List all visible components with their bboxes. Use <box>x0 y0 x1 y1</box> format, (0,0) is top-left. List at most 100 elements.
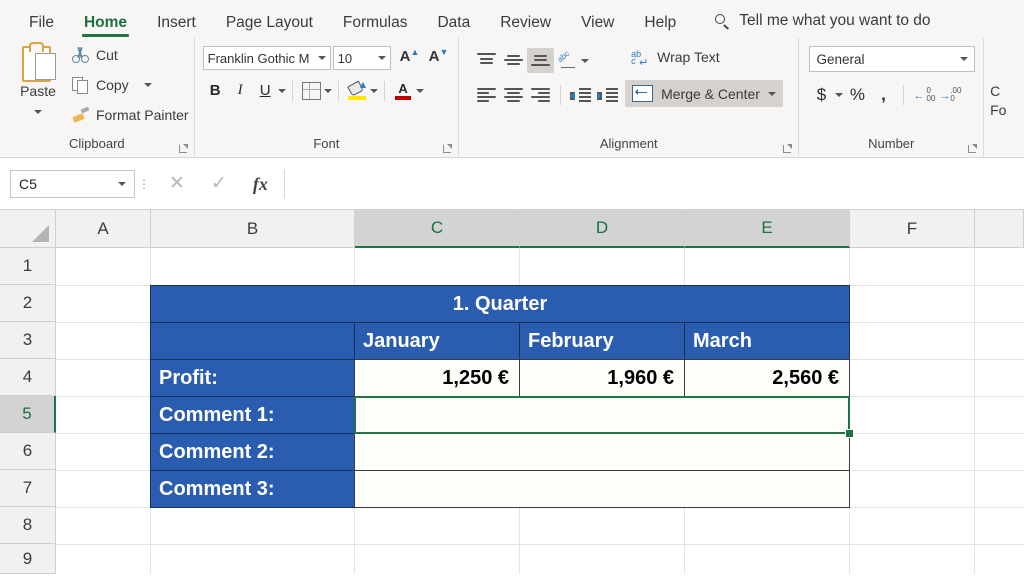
row-header-3[interactable]: 3 <box>0 322 56 359</box>
row-header-4[interactable]: 4 <box>0 359 56 396</box>
align-bottom-button[interactable] <box>527 48 555 73</box>
tell-me-search[interactable]: Tell me what you want to do <box>691 12 940 38</box>
column-header-F[interactable]: F <box>850 210 975 248</box>
row-header-6[interactable]: 6 <box>0 433 56 470</box>
row-header-9[interactable]: 9 <box>0 544 56 574</box>
align-middle-button[interactable] <box>500 48 527 73</box>
row-header-2[interactable]: 2 <box>0 285 56 322</box>
increase-indent-button[interactable] <box>594 82 621 107</box>
orientation-button[interactable] <box>554 48 581 73</box>
increase-decimal-button[interactable]: ← 0 00 <box>912 82 936 108</box>
percent-style-button[interactable]: % <box>845 82 869 108</box>
cell-C6-merged-comment2-value[interactable] <box>354 433 850 471</box>
column-header-B[interactable]: B <box>151 210 355 248</box>
borders-button[interactable] <box>299 78 324 103</box>
alignment-dialog-launcher-icon[interactable] <box>783 144 793 153</box>
font-name-chevron-down-icon[interactable] <box>317 56 326 60</box>
paste-button[interactable]: Paste <box>8 42 68 121</box>
number-format-chevron-down-icon[interactable] <box>960 57 969 61</box>
tab-page-layout[interactable]: Page Layout <box>211 14 328 39</box>
number-dialog-launcher-icon[interactable] <box>968 144 978 153</box>
column-header-E[interactable]: E <box>685 210 850 248</box>
cancel-formula-icon[interactable]: ✕ <box>169 174 185 193</box>
italic-button[interactable]: I <box>228 78 253 103</box>
cell-E4-profit-march[interactable]: 2,560 € <box>684 359 850 397</box>
name-box-chevron-down-icon[interactable] <box>118 181 126 186</box>
tab-view[interactable]: View <box>566 14 629 39</box>
tab-file[interactable]: File <box>14 14 69 39</box>
tab-data[interactable]: Data <box>422 14 485 39</box>
font-size-input[interactable]: 10 <box>332 46 391 70</box>
cell-B5-comment1-label[interactable]: Comment 1: <box>150 396 355 434</box>
merge-and-center-button[interactable]: Merge & Center <box>625 80 784 107</box>
cell-B3-empty[interactable] <box>150 322 355 360</box>
font-style-row: B I U A <box>203 78 424 103</box>
font-size-chevron-down-icon[interactable] <box>377 56 386 60</box>
decrease-decimal-button[interactable]: → .00 0 <box>938 82 962 108</box>
column-header-C[interactable]: C <box>355 210 520 248</box>
fill-color-button[interactable] <box>345 78 370 103</box>
align-left-button[interactable] <box>473 82 500 107</box>
cell-E3-march[interactable]: March <box>684 322 850 360</box>
tab-home[interactable]: Home <box>69 14 142 39</box>
cell-C7-merged-comment3-value[interactable] <box>354 470 850 508</box>
cell-D3-february[interactable]: February <box>519 322 685 360</box>
insert-function-icon[interactable]: fx <box>253 175 268 193</box>
number-format-select[interactable]: General <box>809 46 976 72</box>
font-name-input[interactable]: Franklin Gothic M <box>202 46 331 70</box>
underline-button[interactable]: U <box>253 78 278 103</box>
tab-insert[interactable]: Insert <box>142 14 211 39</box>
column-header-D[interactable]: D <box>520 210 685 248</box>
orientation-dropdown-icon[interactable] <box>581 58 590 63</box>
row-header-5[interactable]: 5 <box>0 396 56 433</box>
column-header-A[interactable]: A <box>56 210 151 248</box>
fill-color-dropdown-icon[interactable] <box>369 88 378 93</box>
decrease-indent-button[interactable] <box>567 82 594 107</box>
align-right-button[interactable] <box>527 82 554 107</box>
accounting-format-button[interactable]: $ <box>809 82 833 108</box>
fill-handle[interactable] <box>845 429 854 438</box>
font-color-dropdown-icon[interactable] <box>415 88 424 93</box>
format-painter-button[interactable]: Format Painter <box>72 106 189 123</box>
row-header-7[interactable]: 7 <box>0 470 56 507</box>
increase-font-size-button[interactable]: A▲ <box>400 47 420 65</box>
borders-dropdown-icon[interactable] <box>323 88 332 93</box>
select-all-corner[interactable] <box>0 210 56 248</box>
align-top-button[interactable] <box>473 48 500 73</box>
cell-C4-profit-january[interactable]: 1,250 € <box>354 359 520 397</box>
cell-B7-comment3-label[interactable]: Comment 3: <box>150 470 355 508</box>
cell-B4-profit-label[interactable]: Profit: <box>150 359 355 397</box>
bold-button[interactable]: B <box>203 78 228 103</box>
cell-C3-january[interactable]: January <box>354 322 520 360</box>
font-color-button[interactable]: A <box>391 78 416 103</box>
decrease-font-size-button[interactable]: A▼ <box>429 47 449 65</box>
comma-style-button[interactable]: , <box>871 82 895 108</box>
tab-formulas[interactable]: Formulas <box>328 14 423 39</box>
cell-C5-merged-comment1-value[interactable] <box>354 396 850 434</box>
font-dialog-launcher-icon[interactable] <box>443 144 453 153</box>
conditional-formatting-button[interactable]: C Fo <box>990 82 1006 120</box>
column-header-G[interactable] <box>975 210 1024 248</box>
tab-review[interactable]: Review <box>485 14 566 39</box>
row-header-1[interactable]: 1 <box>0 248 56 285</box>
paste-dropdown-icon[interactable] <box>8 103 68 121</box>
number-format-value: General <box>816 51 865 67</box>
wrap-text-button[interactable]: ab c ↵ Wrap Text <box>625 46 726 69</box>
cell-B2-quarter-title[interactable]: 1. Quarter <box>150 285 850 323</box>
enter-formula-icon[interactable]: ✓ <box>211 174 227 193</box>
merge-dropdown-icon[interactable] <box>768 91 777 96</box>
copy-dropdown-icon[interactable] <box>143 82 152 87</box>
align-center-button[interactable] <box>500 82 527 107</box>
formula-input[interactable] <box>283 169 1024 198</box>
cell-B6-comment2-label[interactable]: Comment 2: <box>150 433 355 471</box>
row-header-8[interactable]: 8 <box>0 507 56 544</box>
cut-button[interactable]: Cut <box>72 46 118 63</box>
copy-button[interactable]: Copy <box>72 76 152 94</box>
clipboard-dialog-launcher-icon[interactable] <box>178 144 188 153</box>
tab-help[interactable]: Help <box>629 14 691 39</box>
underline-dropdown-icon[interactable] <box>277 88 286 93</box>
formula-bar-handle[interactable]: ⋮ <box>135 178 153 190</box>
accounting-dropdown-icon[interactable] <box>835 93 844 97</box>
cell-D4-profit-february[interactable]: 1,960 € <box>519 359 685 397</box>
name-box[interactable]: C5 <box>10 169 135 198</box>
